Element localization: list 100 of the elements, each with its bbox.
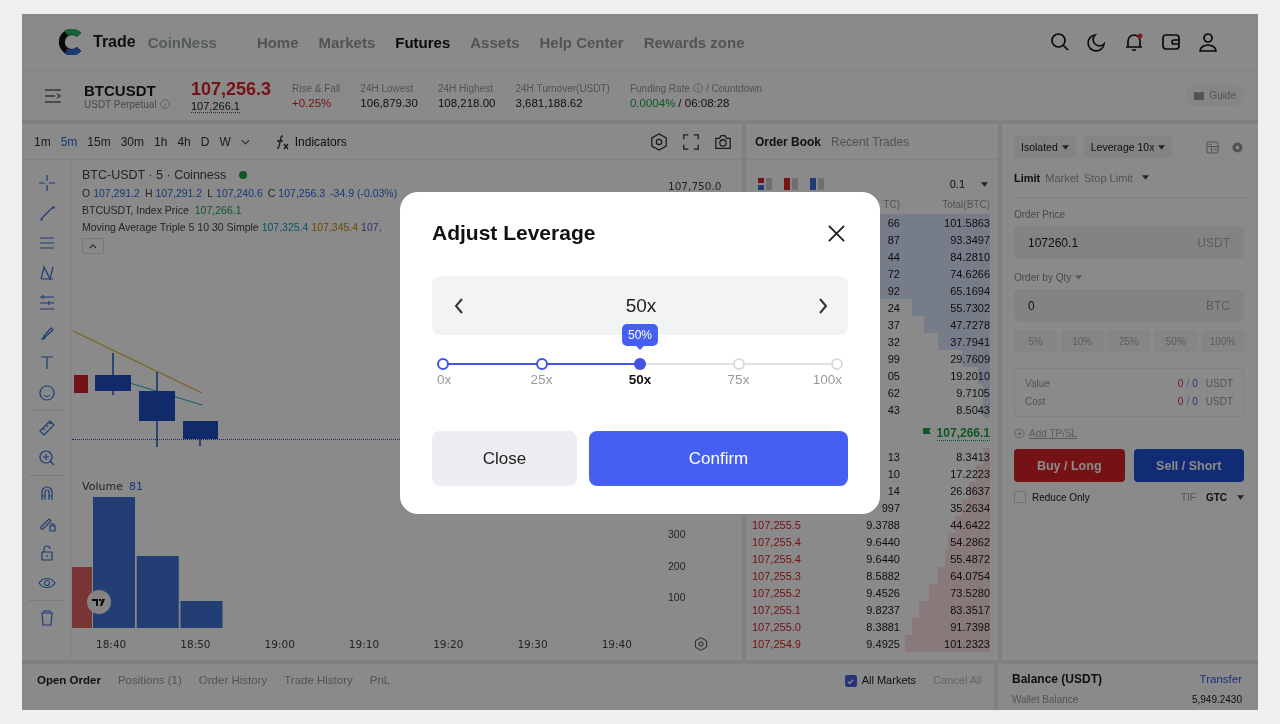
menu-icon[interactable]: [44, 88, 62, 103]
price-cell-text: 107,255.3: [751, 569, 802, 582]
index-label: BTCUSDT, Index Price: [82, 204, 189, 216]
time-label: 19:20: [432, 638, 465, 650]
pattern-icon[interactable]: [37, 264, 56, 282]
price-cell-text: 107,255.4: [751, 535, 802, 548]
interval-tab[interactable]: 1h: [154, 134, 168, 149]
trend-line-icon[interactable]: [37, 204, 56, 222]
info-icon: [693, 83, 703, 93]
crosshair-icon[interactable]: [37, 174, 56, 192]
camera-icon[interactable]: [714, 132, 732, 151]
settings-icon[interactable]: [650, 132, 668, 151]
interval-tab[interactable]: 1m: [34, 134, 51, 149]
total-cell: 47.7278: [950, 318, 990, 331]
ohlc-label: L: [207, 187, 214, 199]
search-icon[interactable]: [1050, 32, 1070, 52]
long-value: 0: [1177, 378, 1184, 389]
quantity-cell-text: 9.4925: [865, 637, 900, 650]
smiley-icon[interactable]: [37, 384, 56, 402]
plus-circle-icon[interactable]: [1014, 428, 1025, 439]
balance-title: Balance (USDT): [1012, 672, 1103, 686]
quantity-cell-text: 99: [886, 352, 900, 365]
time-label: 19:10: [347, 638, 381, 650]
caret-icon[interactable]: [1075, 275, 1083, 280]
ruler-icon[interactable]: [37, 419, 56, 437]
order-type-tab[interactable]: Limit: [1014, 171, 1041, 184]
interval-tab[interactable]: 15m: [87, 134, 111, 149]
total-cell: 83.3517: [950, 603, 990, 616]
field-label[interactable]: Order by Qty: [1014, 272, 1072, 283]
checkbox-label: Reduce Only: [1032, 491, 1090, 503]
indicator-value: 107,: [361, 221, 382, 233]
layout-icon[interactable]: [810, 178, 824, 190]
slider-stop[interactable]: [437, 358, 449, 370]
caret-icon: [1061, 144, 1069, 150]
candle: [183, 420, 218, 447]
interval-tab[interactable]: D: [200, 134, 210, 149]
calculator-icon[interactable]: [1206, 140, 1219, 154]
interval-tab[interactable]: W: [219, 134, 231, 149]
transfer-link[interactable]: Transfer: [1199, 673, 1242, 685]
confirm-button[interactable]: Confirm: [589, 431, 848, 486]
price-cell-text: 107,255.5: [751, 518, 802, 531]
book-icon: [1193, 90, 1206, 101]
time-label: 18:50: [179, 638, 212, 650]
volume-value: 81: [128, 480, 143, 493]
layout-icon[interactable]: [758, 178, 772, 190]
quantity-cell-text: 72: [886, 267, 900, 280]
sell-button[interactable]: Sell / Short: [1133, 449, 1244, 482]
slider-thumb[interactable]: [634, 358, 646, 370]
funding-rate: 0.0004%: [629, 96, 676, 109]
interval-tab[interactable]: 5m: [60, 134, 78, 149]
dialog-title: Adjust Leverage: [432, 221, 596, 245]
settings-icon[interactable]: [1231, 140, 1244, 154]
interval-tab[interactable]: 30m: [120, 134, 145, 149]
close-icon[interactable]: [827, 223, 846, 243]
user-icon[interactable]: [1198, 32, 1218, 52]
quantity-cell-text: 14: [886, 484, 900, 497]
total-cell: 91.7398: [950, 620, 990, 633]
total-cell: 9.7105: [956, 386, 990, 399]
settings-icon[interactable]: [694, 637, 708, 651]
chevron-down-icon[interactable]: [240, 138, 250, 145]
caret-icon[interactable]: [981, 181, 988, 187]
quantity-cell-text: 62: [886, 386, 900, 399]
nav-link[interactable]: Futures: [395, 33, 451, 51]
field-label: Order Price: [1014, 209, 1067, 220]
stat-value: 3,681,188.62: [515, 96, 584, 109]
panel-tab[interactable]: Order Book: [755, 134, 821, 149]
close-button[interactable]: Close: [432, 431, 577, 486]
total-cell: 8.5043: [956, 403, 990, 416]
leverage-dropdown[interactable]: Leverage 10x: [1083, 136, 1173, 158]
interval-tab[interactable]: 4h: [177, 134, 191, 149]
quantity-cell-text: 37: [886, 318, 900, 331]
chevron-up-icon: [89, 243, 97, 249]
horizontal-lines-icon[interactable]: [37, 234, 56, 252]
tif-dropdown[interactable]: GTC: [1205, 491, 1227, 503]
total-cell: 93.3497: [950, 233, 990, 246]
buy-button[interactable]: Buy / Long: [1014, 449, 1125, 482]
quantity-cell-text: 92: [886, 284, 900, 297]
chevron-left-icon[interactable]: [454, 297, 464, 314]
zoom-in-icon[interactable]: [37, 449, 56, 467]
price-change: -34.9 (-0.03%): [330, 187, 398, 199]
bell-icon[interactable]: [1124, 32, 1144, 52]
indicators-button[interactable]: Indicators: [294, 134, 347, 149]
ohlc-value: 107,291.2: [93, 187, 140, 199]
total-cell: 35.2634: [950, 501, 990, 514]
orders-tab[interactable]: Open Order: [37, 674, 101, 686]
time-label: 19:00: [263, 638, 296, 650]
checkbox[interactable]: [844, 675, 857, 687]
caret-icon[interactable]: [1141, 175, 1149, 180]
fullscreen-icon[interactable]: [682, 132, 700, 151]
chevron-right-icon[interactable]: [818, 297, 828, 314]
layout-icon[interactable]: [784, 178, 798, 190]
margin-mode-dropdown[interactable]: Isolated: [1014, 136, 1076, 158]
wallet-icon[interactable]: [1161, 32, 1181, 52]
balance-value: 5,949.2430: [1191, 694, 1242, 705]
fibonacci-icon[interactable]: [37, 294, 56, 312]
step-value[interactable]: 0.1: [949, 178, 965, 190]
caret-icon[interactable]: [1237, 494, 1244, 500]
moon-icon[interactable]: [1087, 32, 1107, 52]
time-label: 19:30: [516, 638, 549, 650]
slider-stop[interactable]: [535, 358, 548, 370]
